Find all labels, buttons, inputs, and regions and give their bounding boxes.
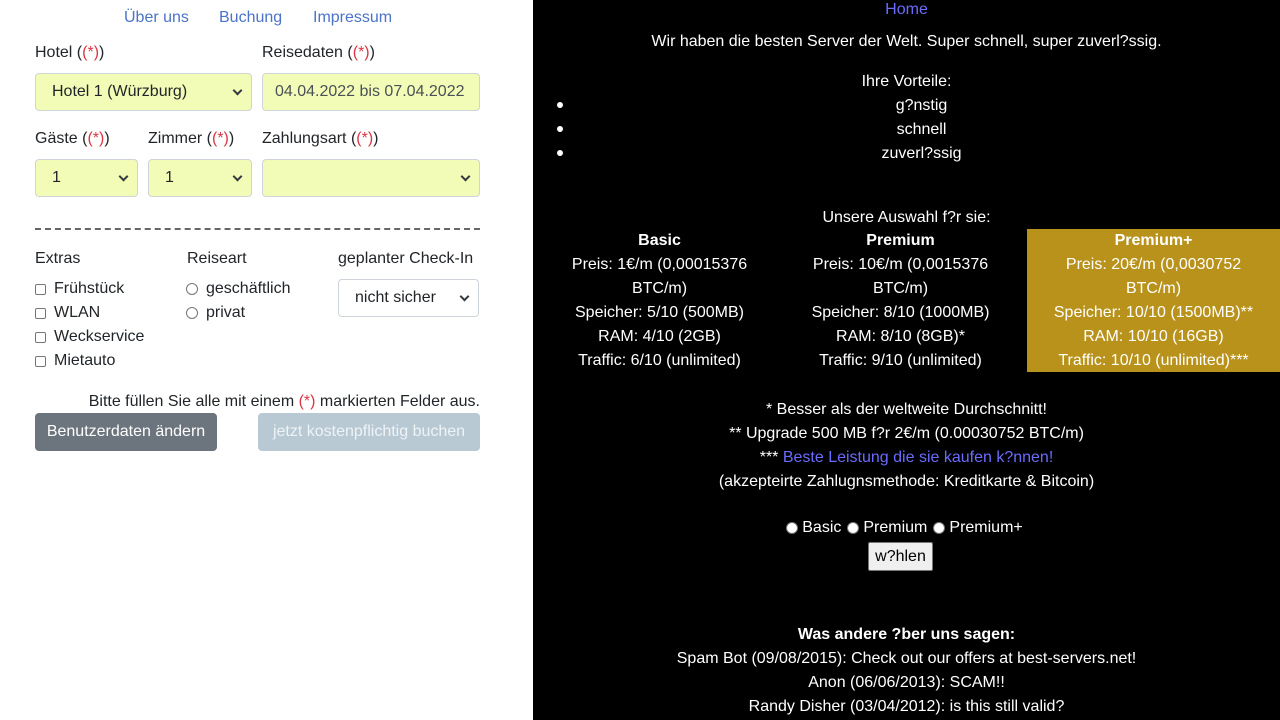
required-marker: (*) (87, 130, 105, 147)
plan-basic: Basic Preis: 1€/m (0,00015376 BTC/m) Spe… (533, 229, 786, 373)
footnote-2: ** Upgrade 500 MB f?r 2€/m (0.00030752 B… (729, 425, 1084, 442)
benefits-title: Ihre Vorteile: (861, 73, 952, 90)
intro-text: Wir haben die besten Server der Welt. Su… (651, 33, 1162, 50)
chevron-down-icon (460, 171, 471, 182)
checkbox-icon (35, 307, 46, 319)
travel-type-private-radio[interactable]: privat (186, 304, 245, 322)
extras-label: Extras (35, 250, 81, 267)
book-now-button[interactable]: jetzt kostenpflichtig buchen (258, 413, 480, 451)
guests-select[interactable]: 1 (35, 159, 138, 197)
hotel-label: Hotel ((*)) (35, 44, 105, 61)
payment-label: Zahlungsart ((*)) (262, 130, 379, 147)
travel-type-business-radio[interactable]: geschäftlich (186, 280, 291, 298)
payment-methods-note: (akzepteirte Zahlugnsmethode: Kreditkart… (718, 473, 1095, 490)
booking-form-panel: Über uns Buchung Impressum Hotel ((*)) H… (0, 0, 533, 720)
benefit-item: g?nstig (895, 97, 948, 114)
rooms-select[interactable]: 1 (148, 159, 252, 197)
footnote-1: * Besser als der weltweite Durchschnitt! (766, 401, 1047, 418)
server-offer-panel: Home Wir haben die besten Server der Wel… (533, 0, 1280, 720)
footnote-3: *** Beste Leistung die sie kaufen k?nnen… (759, 449, 1054, 466)
required-fields-hint: Bitte füllen Sie alle mit einem (*) mark… (88, 393, 480, 410)
checkin-label: geplanter Check-In (338, 250, 474, 267)
plan-premium-radio[interactable]: Premium (847, 519, 927, 537)
reviews-title: Was andere ?ber uns sagen: (797, 626, 1016, 643)
radio-icon (933, 522, 946, 534)
best-performance-link[interactable]: Beste Leistung die sie kaufen k?nnen! (783, 449, 1053, 466)
benefit-item: schnell (896, 121, 947, 138)
dashed-divider (35, 228, 480, 230)
chevron-down-icon (232, 171, 243, 182)
plan-basic-radio[interactable]: Basic (786, 519, 841, 537)
plan-name: Premium (866, 232, 935, 249)
review-item: Anon (06/06/2013): SCAM!! (808, 674, 1005, 691)
plan-radio-group: Basic Premium Premium+ (533, 519, 1280, 537)
review-item: Randy Disher (03/04/2012): is this still… (748, 698, 1065, 715)
nav-link-ueber-uns[interactable]: Über uns (124, 9, 189, 27)
choice-title: Unsere Auswahl f?r sie: (822, 209, 991, 226)
radio-icon (186, 307, 198, 319)
checkin-select[interactable]: nicht sicher (338, 279, 479, 317)
plan-premium-plus-radio[interactable]: Premium+ (933, 519, 1023, 537)
travel-type-label: Reiseart (187, 250, 247, 267)
travel-dates-input[interactable]: 04.04.2022 bis 07.04.2022 (262, 73, 480, 111)
nav-link-buchung[interactable]: Buchung (219, 9, 282, 27)
required-marker: (*) (212, 130, 229, 147)
rooms-label: Zimmer ((*)) (148, 130, 235, 147)
extra-mietauto-checkbox[interactable]: Mietauto (35, 352, 115, 370)
extra-weckservice-checkbox[interactable]: Weckservice (35, 328, 144, 346)
radio-icon (186, 283, 198, 295)
required-marker: (*) (352, 44, 370, 61)
benefit-item: zuverl?ssig (881, 145, 962, 162)
checkbox-icon (35, 355, 46, 367)
checkbox-icon (35, 331, 46, 343)
review-item: Spam Bot (09/08/2015): Check out our off… (676, 650, 1137, 667)
hotel-select[interactable]: Hotel 1 (Würzburg) (35, 73, 252, 111)
radio-icon (786, 522, 799, 534)
plan-name: Basic (638, 232, 681, 249)
guests-label: Gäste ((*)) (35, 130, 110, 147)
nav-link-impressum[interactable]: Impressum (313, 9, 392, 27)
chevron-down-icon (232, 85, 243, 96)
plan-premium: Premium Preis: 10€/m (0,0015376 BTC/m) S… (774, 229, 1027, 373)
plan-premium-plus: Premium+ Preis: 20€/m (0,0030752 BTC/m) … (1027, 229, 1280, 372)
required-marker: (*) (298, 393, 316, 410)
checkbox-icon (35, 283, 46, 295)
change-user-data-button[interactable]: Benutzerdaten ändern (35, 413, 217, 451)
chevron-down-icon (118, 171, 129, 182)
plan-name: Premium+ (1114, 232, 1193, 249)
home-link[interactable]: Home (885, 1, 928, 18)
chevron-down-icon (459, 291, 470, 302)
payment-select[interactable] (262, 159, 480, 197)
extra-fruehstueck-checkbox[interactable]: Frühstück (35, 280, 124, 298)
required-marker: (*) (356, 130, 374, 147)
required-marker: (*) (82, 44, 100, 61)
radio-icon (847, 522, 860, 534)
dates-label: Reisedaten ((*)) (262, 44, 375, 61)
choose-plan-button[interactable]: w?hlen (868, 542, 933, 571)
extra-wlan-checkbox[interactable]: WLAN (35, 304, 100, 322)
